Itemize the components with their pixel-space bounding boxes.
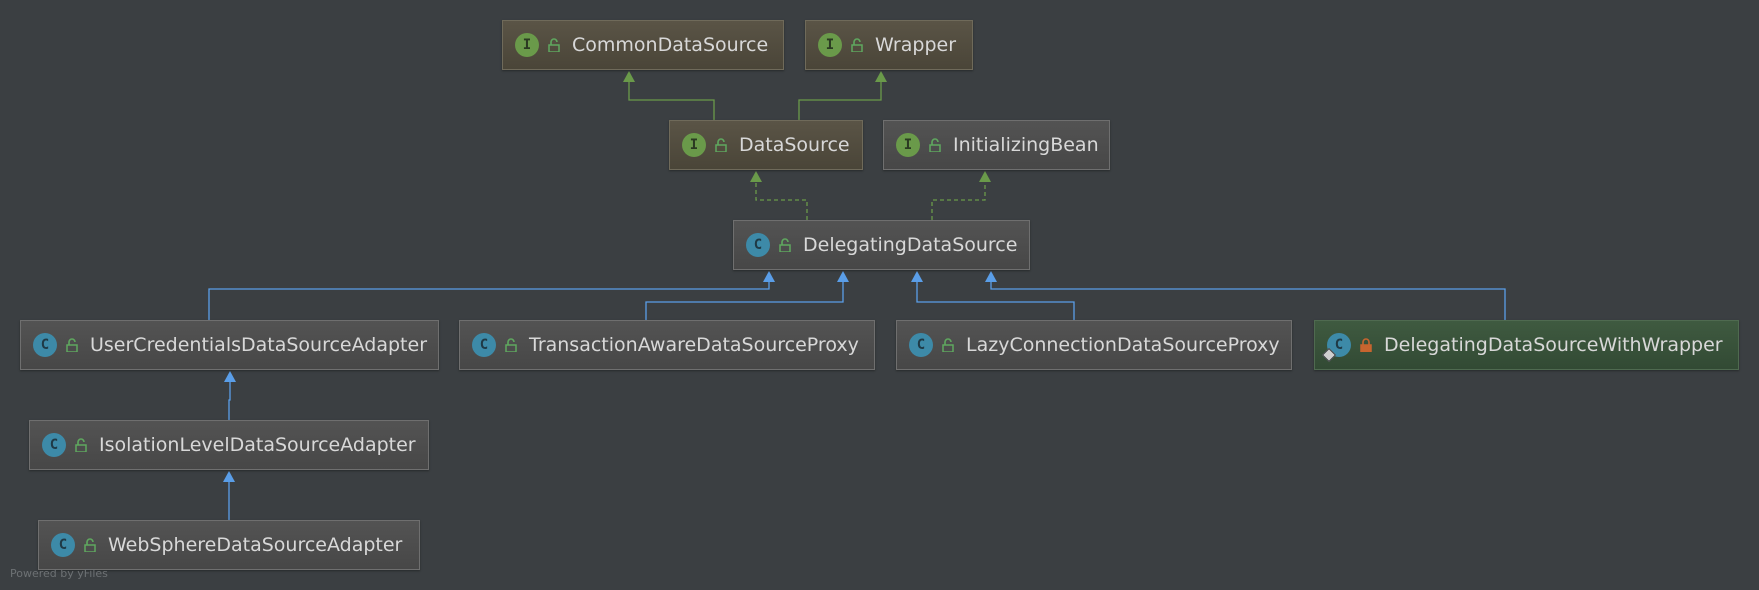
- node-name-label: TransactionAwareDataSourceProxy: [529, 334, 859, 356]
- node-name-label: LazyConnectionDataSourceProxy: [966, 334, 1280, 356]
- uml-diagram-canvas: I CommonDataSource I Wrapper I DataSource I…: [0, 0, 1759, 590]
- node-delegatingdatasourcewithwrapper[interactable]: C DelegatingDataSourceWithWrapper: [1314, 320, 1739, 370]
- arrowhead-icon: [911, 271, 923, 282]
- public-unlock-icon: [942, 338, 954, 352]
- edge-withwrapper-to-delegating: [990, 281, 1506, 320]
- public-unlock-icon: [505, 338, 517, 352]
- public-unlock-icon: [75, 438, 87, 452]
- node-name-label: IsolationLevelDataSourceAdapter: [99, 434, 416, 456]
- edge-usercred-to-delegating: [208, 281, 770, 320]
- node-webspheredatasourceadapter[interactable]: C WebSphereDataSourceAdapter: [38, 520, 420, 570]
- edge-isolation-to-usercred: [228, 381, 231, 420]
- class-icon: C: [909, 333, 933, 357]
- node-name-label: DelegatingDataSource: [803, 234, 1018, 256]
- node-lazyconnectiondatasourceproxy[interactable]: C LazyConnectionDataSourceProxy: [896, 320, 1292, 370]
- public-unlock-icon: [84, 538, 96, 552]
- arrowhead-icon: [985, 271, 997, 282]
- node-initializingbean[interactable]: I InitializingBean: [883, 120, 1110, 170]
- watermark-text: Powered by yFiles: [10, 567, 108, 580]
- public-unlock-icon: [851, 38, 863, 52]
- interface-icon: I: [682, 133, 706, 157]
- node-transactionawaredatasourceproxy[interactable]: C TransactionAwareDataSourceProxy: [459, 320, 875, 370]
- public-unlock-icon: [548, 38, 560, 52]
- edge-datasource-to-wrapper: [798, 81, 882, 120]
- arrowhead-icon: [875, 71, 887, 82]
- class-icon: C: [42, 433, 66, 457]
- node-commondatasource[interactable]: I CommonDataSource: [502, 20, 784, 70]
- edge-datasource-to-common: [628, 81, 715, 120]
- node-usercredentialsdatasourceadapter[interactable]: C UserCredentialsDataSourceAdapter: [20, 320, 439, 370]
- class-icon: C: [1321, 333, 1351, 363]
- edge-txaware-to-delegating: [645, 281, 844, 320]
- class-icon: C: [472, 333, 496, 357]
- class-icon: C: [746, 233, 770, 257]
- interface-icon: I: [896, 133, 920, 157]
- edge-delegating-to-initbean: [931, 181, 986, 220]
- node-name-label: DelegatingDataSourceWithWrapper: [1384, 334, 1723, 356]
- node-isolationleveldatasourceadapter[interactable]: C IsolationLevelDataSourceAdapter: [29, 420, 429, 470]
- arrowhead-icon: [224, 371, 236, 382]
- node-wrapper[interactable]: I Wrapper: [805, 20, 973, 70]
- edge-delegating-to-datasource: [755, 181, 808, 220]
- public-unlock-icon: [66, 338, 78, 352]
- node-name-label: Wrapper: [875, 34, 957, 56]
- arrowhead-icon: [763, 271, 775, 282]
- public-unlock-icon: [715, 138, 727, 152]
- node-delegatingdatasource[interactable]: C DelegatingDataSource: [733, 220, 1030, 270]
- node-datasource[interactable]: I DataSource: [669, 120, 863, 170]
- public-unlock-icon: [779, 238, 791, 252]
- inheritance-edges: [208, 71, 1506, 520]
- interface-icon: I: [818, 33, 842, 57]
- class-icon: C: [51, 533, 75, 557]
- arrowhead-icon: [223, 471, 235, 482]
- node-name-label: CommonDataSource: [572, 34, 769, 56]
- interface-icon: I: [515, 33, 539, 57]
- node-name-label: UserCredentialsDataSourceAdapter: [90, 334, 427, 356]
- arrowhead-icon: [837, 271, 849, 282]
- diamond-marker-icon: [1321, 347, 1337, 363]
- node-name-label: InitializingBean: [953, 134, 1099, 156]
- node-name-label: WebSphereDataSourceAdapter: [108, 534, 403, 556]
- edge-lazy-to-delegating: [916, 281, 1075, 320]
- arrowhead-icon: [979, 171, 991, 182]
- private-lock-icon: [1360, 338, 1372, 352]
- public-unlock-icon: [929, 138, 941, 152]
- class-icon: C: [33, 333, 57, 357]
- arrowhead-icon: [750, 171, 762, 182]
- node-name-label: DataSource: [739, 134, 850, 156]
- arrowhead-icon: [623, 71, 635, 82]
